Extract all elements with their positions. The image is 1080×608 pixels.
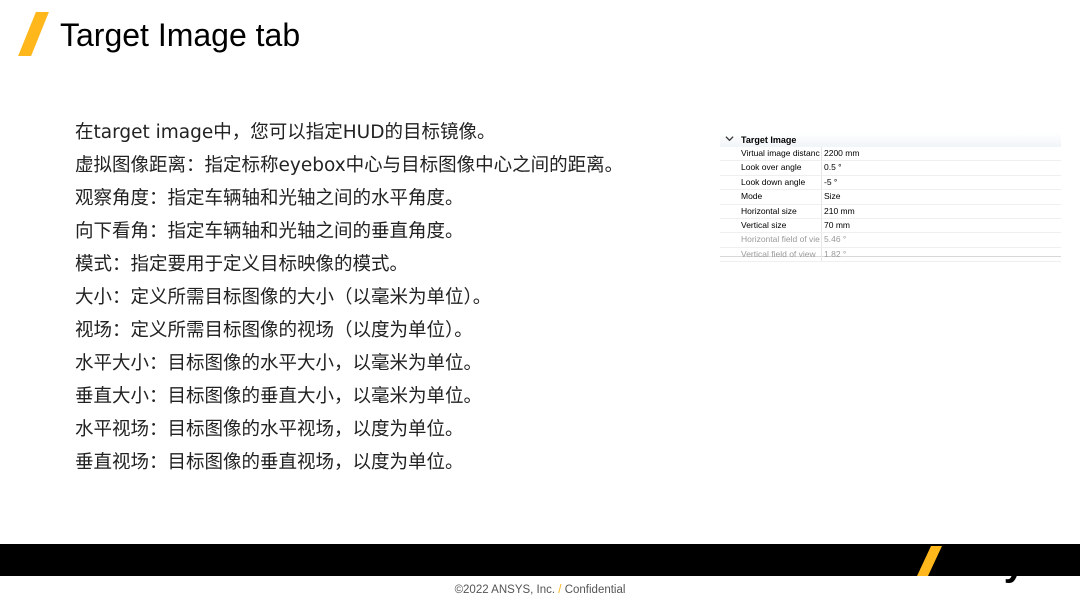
chevron-down-icon[interactable] [724,133,734,147]
bullet-item: 模式：指定要用于定义目标映像的模式。 [75,254,409,275]
property-row-vertical-fov: Vertical field of view 1.82 ° [720,247,1061,263]
property-key: Look down angle [741,176,806,187]
bullet-item: 在target image中，您可以指定HUD的目标镜像。 [75,122,496,143]
property-value-readonly: 1.82 ° [824,248,847,259]
property-key: Vertical field of view [741,248,816,259]
bullet-item: 大小：定义所需目标图像的大小（以毫米为单位）。 [75,287,492,308]
property-key: Horizontal size [741,205,797,216]
bullet-list: 在target image中，您可以指定HUD的目标镜像。 虚拟图像距离：指定标… [75,116,623,479]
column-divider [821,175,822,190]
property-row-look-over-angle[interactable]: Look over angle 0.5 ° [720,161,1061,176]
slide-title: Target Image tab [60,17,301,53]
property-value-readonly: 5.46 ° [824,234,847,245]
property-value[interactable]: -5 ° [824,176,837,189]
property-value[interactable]: 70 mm [824,219,850,232]
bullet-item: 视场：定义所需目标图像的视场（以度为单位）。 [75,320,473,341]
copyright-notice: ©2022 ANSYS, Inc. / Confidential [0,584,1080,596]
column-divider [821,233,822,247]
property-key: Mode [741,191,763,202]
property-value[interactable]: Size [824,190,841,203]
column-divider [821,190,822,204]
bullet-item: 观察角度：指定车辆轴和光轴之间的水平角度。 [75,188,464,209]
property-row-vertical-size[interactable]: Vertical size 70 mm [720,218,1061,234]
ansys-logo: Ansys [932,542,1047,584]
property-row-horizontal-size[interactable]: Horizontal size 210 mm [720,204,1061,219]
property-row-mode[interactable]: Mode Size [720,190,1061,205]
bullet-item: 垂直大小：目标图像的垂直大小，以毫米为单位。 [75,386,483,407]
bullet-item: 水平大小：目标图像的水平大小，以毫米为单位。 [75,353,483,374]
property-value[interactable]: 2200 mm [824,147,859,160]
property-row-look-down-angle[interactable]: Look down angle -5 ° [720,175,1061,191]
bullet-item: 水平视场：目标图像的水平视场，以度为单位。 [75,419,464,440]
column-divider [821,204,822,218]
bullet-item: 垂直视场：目标图像的垂直视场，以度为单位。 [75,452,464,473]
property-value[interactable]: 210 mm [824,205,855,218]
title-accent-bar [18,12,49,56]
column-divider [821,147,822,161]
property-key: Vertical size [741,219,787,230]
column-divider [821,247,822,262]
property-key: Virtual image distanc [741,148,820,158]
property-row-horizontal-fov: Horizontal field of vie 5.46 ° [720,233,1061,248]
column-divider [821,218,822,233]
target-image-property-panel: Target Image Virtual image distanc 2200 … [720,133,1061,263]
bullet-item: 向下看角：指定车辆轴和光轴之间的垂直角度。 [75,221,464,242]
property-key: Look over angle [741,162,802,173]
property-key: Horizontal field of vie [741,234,820,245]
property-value[interactable]: 0.5 ° [824,161,842,174]
bullet-item: 虚拟图像距离：指定标称eyebox中心与目标图像中心之间的距离。 [75,155,624,176]
copyright-tail: Confidential [564,584,626,596]
column-divider [821,161,822,175]
property-row-virtual-image-distance[interactable]: Virtual image distanc 2200 mm [720,147,1061,162]
property-group-label: Target Image [741,135,797,145]
property-group-header[interactable]: Target Image [720,133,1061,147]
copyright-main: ©2022 ANSYS, Inc. [454,584,556,596]
copyright-separator: / [558,584,562,596]
